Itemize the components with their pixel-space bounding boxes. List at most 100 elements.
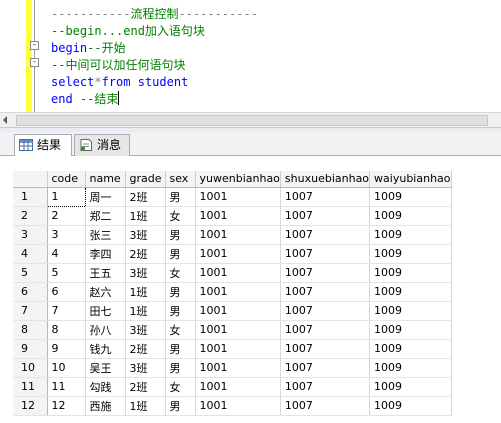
row-number-cell[interactable]: 6 (13, 282, 48, 302)
cell-name[interactable]: 张三 (85, 225, 126, 245)
cell-grade[interactable]: 2班 (125, 339, 166, 359)
table-row[interactable]: 11 11 勾践 2班女 1001 1007 1009 (13, 377, 452, 397)
column-header-sex[interactable]: sex (165, 171, 196, 188)
cell-yuwenbianhao[interactable]: 1001 (195, 396, 281, 416)
cell-sex[interactable]: 男 (165, 244, 196, 264)
cell-sex[interactable]: 女 (165, 377, 196, 397)
cell-waiyubianhao[interactable]: 1009 (369, 225, 452, 245)
cell-waiyubianhao[interactable]: 1009 (369, 187, 452, 207)
cell-yuwenbianhao[interactable]: 1001 (195, 263, 281, 283)
row-number-cell[interactable]: 7 (13, 301, 48, 321)
cell-code[interactable]: 10 (47, 358, 86, 378)
table-row[interactable]: 7 7 田七 1班男 1001 1007 1009 (13, 301, 452, 321)
cell-shuxuebianhao[interactable]: 1007 (280, 396, 371, 416)
cell-sex[interactable]: 男 (165, 301, 196, 321)
column-header-name[interactable]: name (85, 171, 126, 188)
cell-code[interactable]: 6 (47, 282, 86, 302)
code-line[interactable]: --中间可以加任何语句块 (51, 57, 185, 74)
table-row[interactable]: 2 2 郑二 1班女 1001 1007 1009 (13, 206, 452, 226)
cell-shuxuebianhao[interactable]: 1007 (280, 301, 371, 321)
cell-name[interactable]: 钱九 (85, 339, 126, 359)
cell-code[interactable]: 11 (47, 377, 86, 397)
cell-yuwenbianhao[interactable]: 1001 (195, 339, 281, 359)
column-header-waiyubianhao[interactable]: waiyubianhao (369, 171, 452, 188)
sql-editor[interactable]: - - -----------流程控制----------- --begin...… (0, 0, 501, 127)
cell-sex[interactable]: 女 (165, 320, 196, 340)
cell-yuwenbianhao[interactable]: 1001 (195, 358, 281, 378)
cell-grade[interactable]: 2班 (125, 187, 166, 207)
cell-name[interactable]: 西施 (85, 396, 126, 416)
table-row[interactable]: 12 12 西施 1班男 1001 1007 1009 (13, 396, 452, 416)
row-number-cell[interactable]: 2 (13, 206, 48, 226)
column-header-yuwenbianhao[interactable]: yuwenbianhao (195, 171, 281, 188)
cell-waiyubianhao[interactable]: 1009 (369, 301, 452, 321)
cell-name[interactable]: 孙八 (85, 320, 126, 340)
cell-name[interactable]: 勾践 (85, 377, 126, 397)
cell-shuxuebianhao[interactable]: 1007 (280, 282, 371, 302)
scroll-left-arrow-icon[interactable] (3, 116, 7, 124)
row-number-cell[interactable]: 1 (13, 187, 48, 207)
table-row[interactable]: 3 3 张三 3班男 1001 1007 1009 (13, 225, 452, 245)
cell-grade[interactable]: 3班 (125, 263, 166, 283)
cell-sex[interactable]: 男 (165, 358, 196, 378)
code-line[interactable]: begin--开始 (51, 40, 126, 57)
cell-waiyubianhao[interactable]: 1009 (369, 282, 452, 302)
cell-waiyubianhao[interactable]: 1009 (369, 244, 452, 264)
row-number-cell[interactable]: 12 (13, 396, 48, 416)
table-row[interactable]: 8 8 孙八 3班女 1001 1007 1009 (13, 320, 452, 340)
cell-shuxuebianhao[interactable]: 1007 (280, 377, 371, 397)
row-number-cell[interactable]: 11 (13, 377, 48, 397)
cell-shuxuebianhao[interactable]: 1007 (280, 263, 371, 283)
column-header-code[interactable]: code (47, 171, 86, 188)
cell-yuwenbianhao[interactable]: 1001 (195, 301, 281, 321)
cell-waiyubianhao[interactable]: 1009 (369, 263, 452, 283)
cell-shuxuebianhao[interactable]: 1007 (280, 225, 371, 245)
code-line[interactable]: -----------流程控制----------- (51, 6, 258, 23)
cell-waiyubianhao[interactable]: 1009 (369, 377, 452, 397)
results-grid[interactable]: code name grade sex yuwenbianhao shuxuebianha… (0, 156, 501, 423)
cell-shuxuebianhao[interactable]: 1007 (280, 187, 371, 207)
row-number-cell[interactable]: 9 (13, 339, 48, 359)
cell-yuwenbianhao[interactable]: 1001 (195, 244, 281, 264)
cell-name[interactable]: 郑二 (85, 206, 126, 226)
table-row[interactable]: 6 6 赵六 1班男 1001 1007 1009 (13, 282, 452, 302)
row-number-cell[interactable]: 3 (13, 225, 48, 245)
cell-yuwenbianhao[interactable]: 1001 (195, 187, 281, 207)
cell-grade[interactable]: 2班 (125, 244, 166, 264)
cell-code[interactable]: 3 (47, 225, 86, 245)
cell-grade[interactable]: 3班 (125, 358, 166, 378)
cell-shuxuebianhao[interactable]: 1007 (280, 339, 371, 359)
cell-name[interactable]: 田七 (85, 301, 126, 321)
row-number-cell[interactable]: 10 (13, 358, 48, 378)
table-row[interactable]: 1 1 周一 2班男 1001 1007 1009 (13, 186, 452, 207)
collapse-icon[interactable]: - (30, 58, 39, 67)
cell-grade[interactable]: 3班 (125, 225, 166, 245)
cell-grade[interactable]: 3班 (125, 320, 166, 340)
cell-code[interactable]: 12 (47, 396, 86, 416)
cell-name[interactable]: 周一 (85, 187, 126, 207)
tab-messages[interactable]: 消息 (74, 134, 130, 156)
editor-horizontal-scrollbar[interactable] (0, 112, 501, 127)
table-row[interactable]: 9 9 钱九 2班男 1001 1007 1009 (13, 339, 452, 359)
cell-waiyubianhao[interactable]: 1009 (369, 206, 452, 226)
cell-sex[interactable]: 女 (165, 206, 196, 226)
cell-sex[interactable]: 男 (165, 225, 196, 245)
cell-code[interactable]: 8 (47, 320, 86, 340)
column-header-grade[interactable]: grade (125, 171, 166, 188)
cell-shuxuebianhao[interactable]: 1007 (280, 358, 371, 378)
cell-sex[interactable]: 男 (165, 396, 196, 416)
cell-shuxuebianhao[interactable]: 1007 (280, 244, 371, 264)
cell-yuwenbianhao[interactable]: 1001 (195, 225, 281, 245)
cell-name[interactable]: 吴王 (85, 358, 126, 378)
cell-code[interactable]: 2 (47, 206, 86, 226)
cell-code[interactable]: 5 (47, 263, 86, 283)
cell-waiyubianhao[interactable]: 1009 (369, 396, 452, 416)
cell-yuwenbianhao[interactable]: 1001 (195, 320, 281, 340)
table-row[interactable]: 10 10 吴王 3班男 1001 1007 1009 (13, 358, 452, 378)
row-number-cell[interactable]: 5 (13, 263, 48, 283)
code-line[interactable]: select*from student (51, 74, 188, 91)
cell-code[interactable]: 4 (47, 244, 86, 264)
cell-sex[interactable]: 女 (165, 263, 196, 283)
cell-grade[interactable]: 2班 (125, 377, 166, 397)
cell-name[interactable]: 李四 (85, 244, 126, 264)
